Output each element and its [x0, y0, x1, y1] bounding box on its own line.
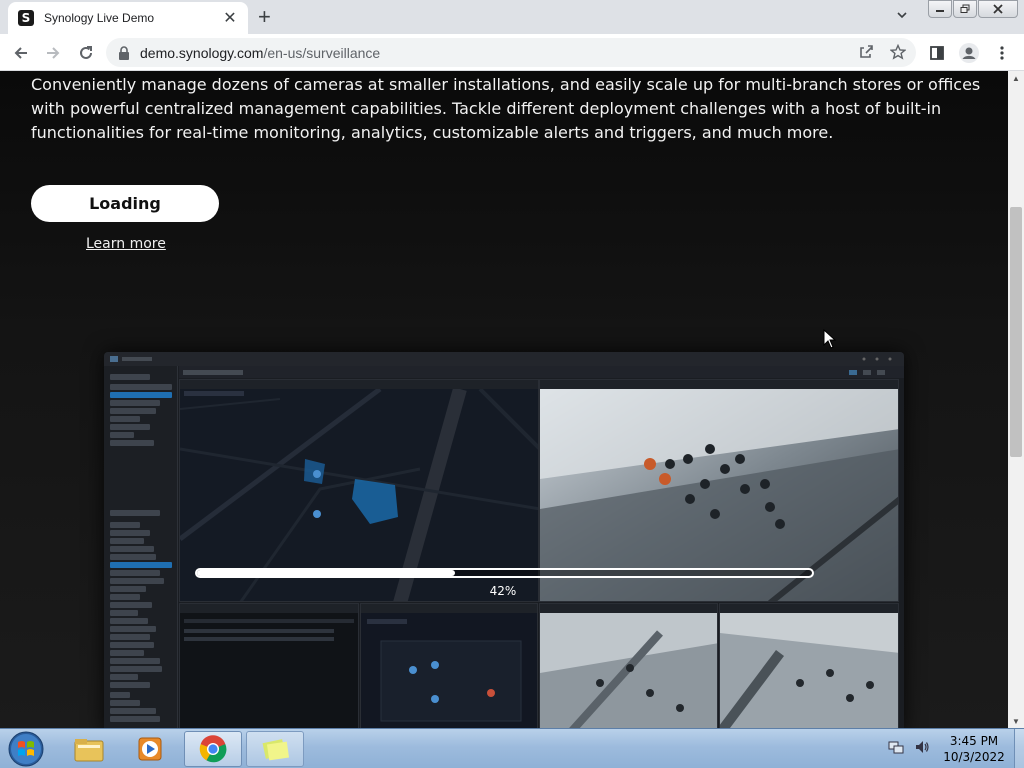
loading-button[interactable]: Loading — [31, 185, 219, 222]
loading-progress-fill — [197, 570, 456, 576]
volume-speaker-icon[interactable] — [914, 739, 930, 760]
side-panel-icon[interactable] — [926, 42, 948, 64]
product-description: Conveniently manage dozens of cameras at… — [31, 75, 981, 142]
share-icon[interactable] — [858, 44, 874, 65]
preview-sidebar — [104, 366, 178, 728]
window-restore-button[interactable] — [953, 0, 977, 18]
preview-widget-pane — [179, 603, 359, 728]
lock-icon[interactable] — [118, 45, 130, 60]
back-arrow-icon[interactable] — [10, 42, 32, 64]
reload-icon[interactable] — [75, 42, 97, 64]
loading-progress-percent: 42% — [489, 584, 517, 598]
bookmark-star-icon[interactable] — [889, 43, 907, 65]
url-text: demo.synology.com/en-us/surveillance — [140, 45, 380, 61]
close-tab-icon[interactable]: ✕ — [222, 8, 238, 28]
forward-arrow-icon[interactable] — [42, 42, 64, 64]
taskbar-clock[interactable]: 3:45 PM 10/3/2022 — [936, 733, 1012, 765]
url-path: /en-us/surveillance — [263, 44, 381, 61]
loading-progress-bar — [195, 568, 814, 578]
mouse-pointer-icon — [823, 328, 837, 354]
scroll-down-arrow-icon[interactable]: ▼ — [1008, 714, 1024, 728]
browser-toolbar: demo.synology.com/en-us/surveillance — [0, 34, 1024, 71]
tab-title: Synology Live Demo — [44, 11, 155, 25]
window-minimize-button[interactable] — [928, 0, 952, 18]
scrollbar-thumb[interactable] — [1010, 207, 1022, 457]
synology-favicon-icon: S — [18, 10, 34, 26]
learn-more-link[interactable]: Learn more — [86, 236, 166, 252]
preview-titlebar — [104, 352, 904, 366]
taskbar-explorer-folder-icon[interactable] — [60, 731, 118, 767]
show-desktop-button[interactable] — [1014, 729, 1024, 768]
more-menu-icon[interactable] — [991, 42, 1013, 64]
clock-date: 10/3/2022 — [943, 750, 1005, 764]
browser-tab-strip: S Synology Live Demo ✕ + — [0, 0, 1024, 34]
new-tab-plus-icon[interactable]: + — [258, 6, 271, 28]
taskbar-sticky-notes-icon[interactable] — [246, 731, 304, 767]
profile-avatar-icon[interactable] — [958, 42, 980, 64]
browser-tab[interactable]: S Synology Live Demo ✕ — [8, 2, 248, 34]
clock-time: 3:45 PM — [949, 734, 999, 748]
windows-start-button[interactable] — [6, 730, 46, 768]
page-viewport: Conveniently manage dozens of cameras at… — [0, 71, 1008, 728]
windows-taskbar: 3:45 PM 10/3/2022 — [0, 728, 1024, 768]
system-tray — [888, 739, 930, 760]
address-bar[interactable]: demo.synology.com/en-us/surveillance — [106, 38, 916, 67]
preview-floorplan-pane — [360, 603, 538, 728]
surveillance-preview-image — [104, 352, 904, 728]
scroll-up-arrow-icon[interactable]: ▲ — [1008, 71, 1024, 85]
page-scrollbar[interactable]: ▲ ▼ — [1008, 71, 1024, 728]
taskbar-media-player-icon[interactable] — [122, 731, 180, 767]
tab-search-chevron-down-icon[interactable] — [896, 8, 908, 26]
window-close-button[interactable] — [978, 0, 1018, 18]
preview-header — [179, 366, 904, 378]
preview-camera-pane-stairs — [539, 603, 718, 728]
network-icon[interactable] — [888, 739, 904, 760]
url-host: demo.synology.com — [140, 44, 264, 61]
preview-camera-pane-meeting — [719, 603, 899, 728]
taskbar-chrome-icon[interactable] — [184, 731, 242, 767]
